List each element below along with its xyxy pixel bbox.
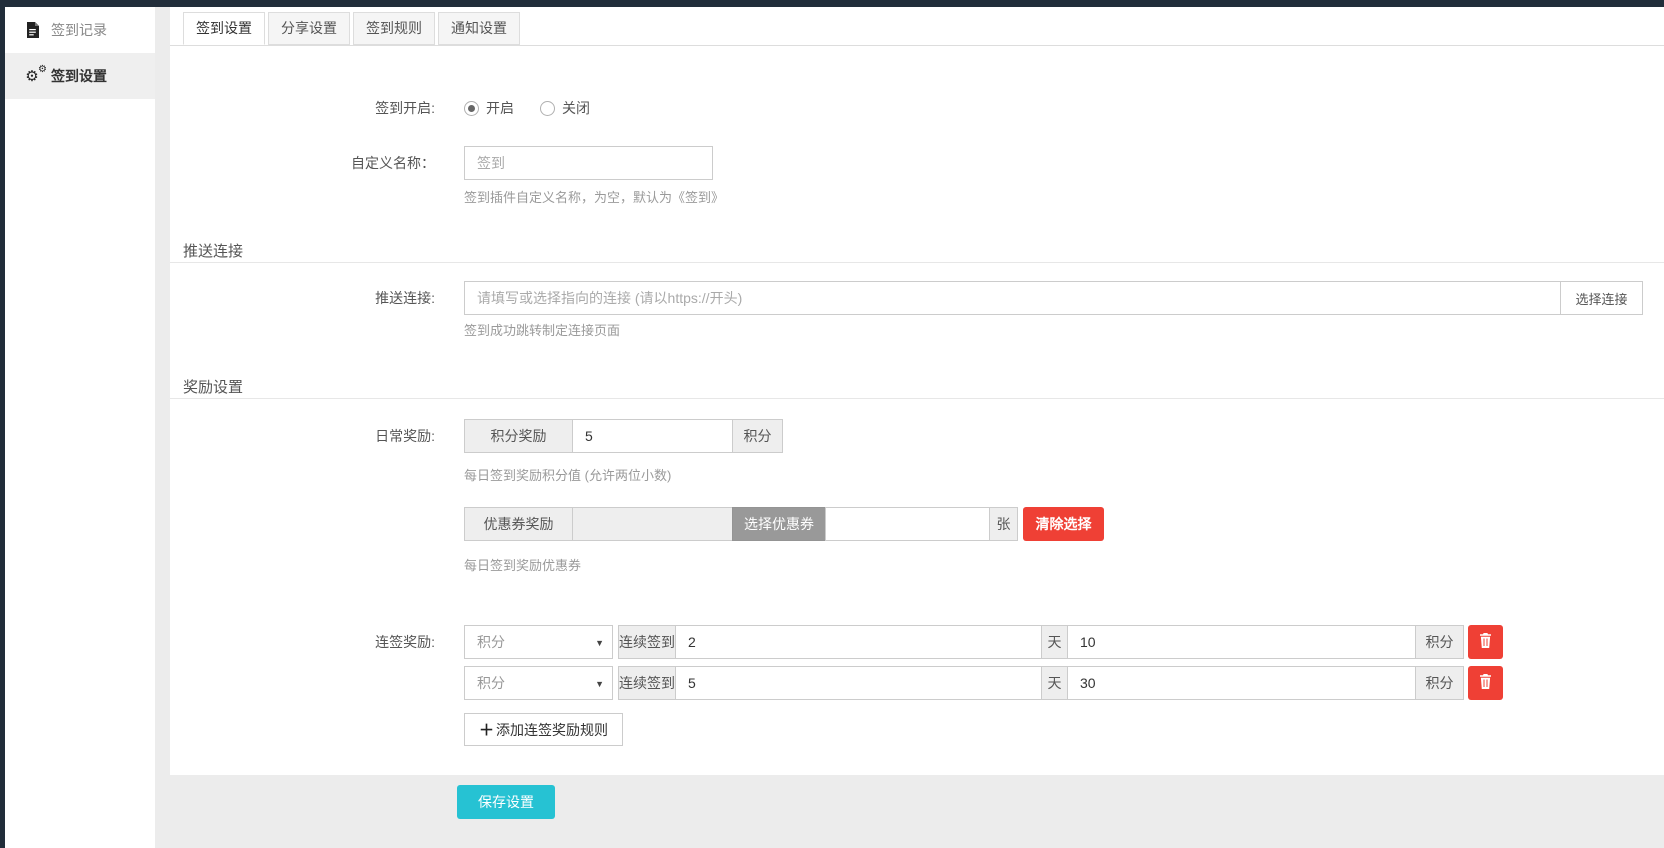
choose-coupon-button[interactable]: 选择优惠券: [732, 507, 826, 541]
streak-reward-row: 积分 ▼ 连续签到 天 积分: [170, 666, 1664, 700]
streak-suffix-addon: 积分: [1415, 666, 1464, 700]
streak-amount-input[interactable]: [1067, 666, 1416, 700]
coupon-reward-row: 优惠券奖励 选择优惠券 张 清除选择: [170, 507, 1664, 541]
radio-label-off: 关闭: [562, 98, 590, 118]
left-edge-strip: [0, 0, 5, 848]
push-link-input[interactable]: [464, 281, 1561, 315]
delete-rule-button[interactable]: [1468, 625, 1503, 659]
trash-icon: [1479, 674, 1492, 692]
streak-days-input[interactable]: [675, 666, 1042, 700]
streak-reward-row: 连签奖励: 积分 ▼ 连续签到 天 积分: [170, 625, 1664, 659]
add-streak-rule-label: 添加连签奖励规则: [496, 720, 608, 740]
section-title-push-link: 推送连接: [183, 240, 243, 261]
streak-suffix-addon: 积分: [1415, 625, 1464, 659]
sidebar: 签到记录 ⚙⚙ 签到设置: [5, 7, 155, 848]
streak-type-value: 积分: [477, 634, 505, 650]
streak-reward-label: 连签奖励:: [170, 625, 435, 659]
sidebar-item-checkin-settings[interactable]: ⚙⚙ 签到设置: [5, 53, 155, 99]
plus-icon: ＋: [479, 719, 494, 740]
daily-reward-row: 日常奖励: 积分奖励 积分: [170, 419, 1664, 453]
enable-row: 签到开启: 开启 关闭: [170, 91, 1664, 125]
sidebar-item-label: 签到设置: [51, 66, 107, 86]
choose-link-button[interactable]: 选择连接: [1560, 281, 1643, 315]
custom-name-input[interactable]: [464, 146, 713, 180]
sidebar-item-label: 签到记录: [51, 20, 107, 40]
gears-icon: ⚙⚙: [22, 69, 42, 84]
streak-type-select[interactable]: 积分 ▼: [464, 666, 613, 700]
clear-coupon-button[interactable]: 清除选择: [1023, 507, 1104, 541]
coupon-picked-input: [572, 507, 733, 541]
daily-reward-hint: 每日签到奖励积分值 (允许两位小数): [464, 465, 671, 484]
streak-type-value: 积分: [477, 675, 505, 691]
custom-name-hint: 签到插件自定义名称，为空，默认为《签到》: [464, 187, 724, 206]
coupon-reward-hint: 每日签到奖励优惠券: [464, 555, 581, 574]
save-settings-button[interactable]: 保存设置: [457, 785, 555, 819]
radio-enable-on[interactable]: [464, 101, 479, 116]
coupon-count-input[interactable]: [825, 507, 990, 541]
tab-bar: 签到设置 分享设置 签到规则 通知设置: [170, 12, 1664, 46]
trash-icon: [1479, 633, 1492, 651]
enable-label: 签到开启:: [170, 91, 435, 125]
tab-share-settings[interactable]: 分享设置: [268, 12, 350, 45]
push-link-label: 推送连接:: [170, 281, 435, 315]
tab-checkin-settings[interactable]: 签到设置: [183, 12, 265, 45]
section-divider: [170, 262, 1664, 263]
daily-reward-label: 日常奖励:: [170, 419, 435, 453]
streak-amount-input[interactable]: [1067, 625, 1416, 659]
add-streak-rule-button[interactable]: ＋ 添加连签奖励规则: [464, 713, 623, 746]
file-text-icon: [22, 22, 42, 38]
streak-days-unit-addon: 天: [1041, 625, 1068, 659]
settings-panel: 签到设置 分享设置 签到规则 通知设置 签到开启: 开启 关闭 自定义名称： 签…: [170, 7, 1664, 775]
coupon-reward-addon: 优惠券奖励: [464, 507, 573, 541]
radio-dot: [468, 105, 475, 112]
custom-name-label: 自定义名称：: [170, 146, 435, 180]
custom-name-row: 自定义名称：: [170, 146, 1664, 180]
push-link-row: 推送连接: 选择连接: [170, 281, 1664, 315]
daily-points-input[interactable]: [572, 419, 733, 453]
delete-rule-button[interactable]: [1468, 666, 1503, 700]
streak-days-unit-addon: 天: [1041, 666, 1068, 700]
push-link-hint: 签到成功跳转制定连接页面: [464, 320, 620, 339]
tab-notify-settings[interactable]: 通知设置: [438, 12, 520, 45]
radio-enable-off[interactable]: [540, 101, 555, 116]
points-unit-addon: 积分: [732, 419, 783, 453]
streak-prefix-addon: 连续签到: [618, 625, 676, 659]
section-divider: [170, 398, 1664, 399]
top-bar: [0, 0, 1664, 7]
tab-checkin-rules[interactable]: 签到规则: [353, 12, 435, 45]
streak-type-select[interactable]: 积分 ▼: [464, 625, 613, 659]
streak-days-input[interactable]: [675, 625, 1042, 659]
caret-down-icon: ▼: [595, 627, 604, 659]
caret-down-icon: ▼: [595, 668, 604, 700]
coupon-unit-addon: 张: [989, 507, 1018, 541]
streak-prefix-addon: 连续签到: [618, 666, 676, 700]
radio-label-on: 开启: [486, 98, 514, 118]
section-title-rewards: 奖励设置: [183, 376, 243, 397]
sidebar-item-checkin-records[interactable]: 签到记录: [5, 7, 155, 53]
points-reward-addon: 积分奖励: [464, 419, 573, 453]
